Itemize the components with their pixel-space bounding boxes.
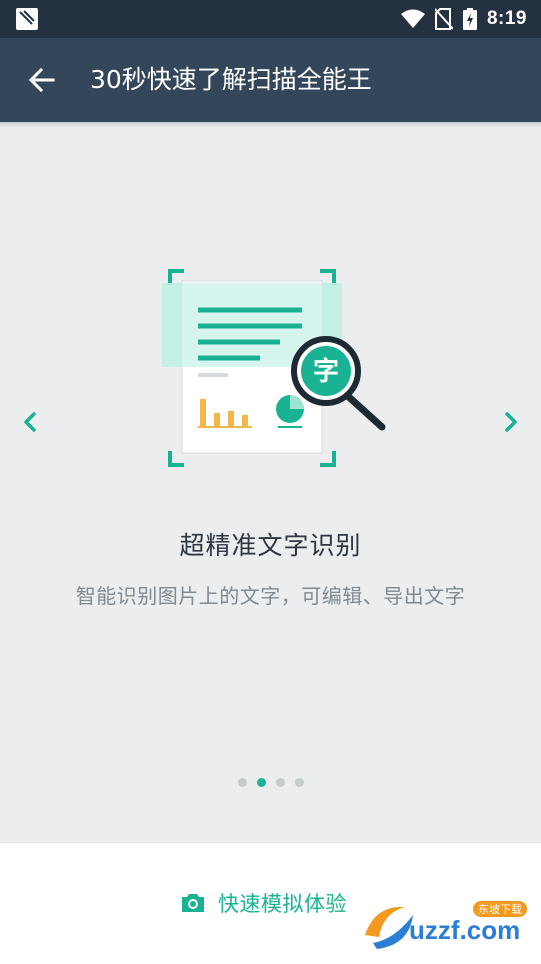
carousel-prev-button[interactable] [16, 407, 46, 437]
status-icons: 8:19 [400, 0, 527, 38]
no-sim-icon [434, 8, 453, 30]
battery-charging-icon [462, 8, 477, 30]
app-bar: 30秒快速了解扫描全能王 [0, 38, 541, 122]
carousel-next-button[interactable] [495, 407, 525, 437]
chevron-right-icon [505, 412, 517, 432]
uzzf-watermark-logo: uzzf.com 东坡下载 [355, 895, 535, 955]
status-time: 8:19 [486, 8, 527, 29]
wifi-icon [400, 9, 425, 28]
camera-icon [182, 894, 204, 912]
watermark-text: uzzf.com [409, 915, 520, 945]
back-button[interactable] [22, 60, 62, 100]
slide-title: 超精准文字识别 [179, 531, 362, 560]
quick-demo-label: 快速模拟体验 [218, 892, 347, 916]
app-bar-shadow [0, 122, 541, 128]
quick-demo-button[interactable]: 快速模拟体验 [180, 885, 347, 921]
chevron-left-icon [24, 412, 36, 432]
page-dot[interactable] [294, 778, 304, 787]
ocr-illustration: 字 [160, 265, 392, 475]
page-title: 30秒快速了解扫描全能王 [90, 65, 372, 94]
page-dot[interactable] [237, 778, 247, 787]
arrow-back-icon [29, 68, 55, 92]
slide-description: 智能识别图片上的文字，可编辑、导出文字 [75, 584, 466, 608]
app-notification-icon [16, 8, 38, 30]
magnifier-char: 字 [313, 356, 339, 387]
status-bar: 8:19 [0, 0, 541, 38]
watermark-tag: 东坡下载 [478, 903, 522, 916]
page-dot[interactable] [275, 778, 285, 787]
page-dot-active[interactable] [256, 778, 266, 787]
page-indicator [0, 778, 541, 787]
